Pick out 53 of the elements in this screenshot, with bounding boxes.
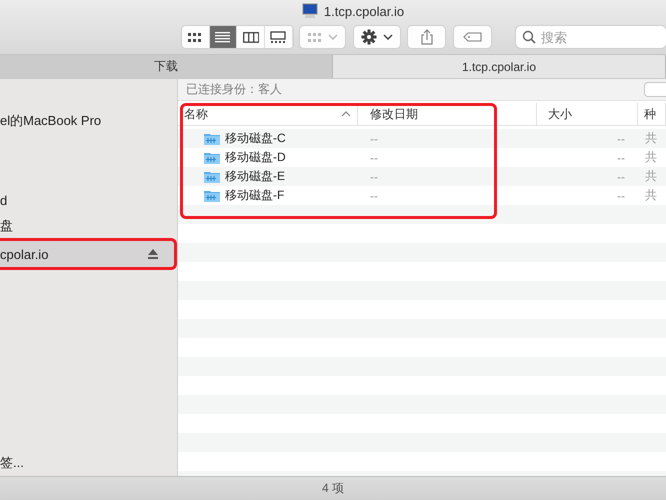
tag-icon <box>462 32 483 42</box>
file-name[interactable]: 移动磁盘-F <box>225 187 284 204</box>
search-field[interactable]: 搜索 <box>516 26 666 48</box>
table-cell: -- <box>617 170 625 184</box>
table-cell: 共 <box>645 131 657 145</box>
column-header[interactable]: 修改日期 <box>358 103 537 125</box>
sidebar-item[interactable]: d <box>0 189 177 211</box>
file-name[interactable]: 移动磁盘-E <box>225 168 285 185</box>
connection-status: 已连接身份：客人 <box>186 81 282 98</box>
sidebar-item[interactable]: cpolar.io <box>0 238 177 270</box>
share-icon <box>420 29 434 45</box>
column-view-icon <box>242 30 259 44</box>
gallery-view-icon <box>270 30 286 44</box>
item-count: 4 项 <box>322 480 344 497</box>
sidebar-item[interactable]: 签... <box>0 452 177 474</box>
action-button[interactable] <box>354 26 400 48</box>
table-cell: -- <box>370 170 378 184</box>
column-header[interactable]: 名称 <box>178 103 358 125</box>
sidebar-item[interactable]: 盘 <box>0 215 177 237</box>
network-folder-icon <box>204 132 220 145</box>
tag-button[interactable] <box>454 26 491 48</box>
tab[interactable]: 1.tcp.cpolar.io <box>333 55 666 78</box>
sidebar-item[interactable]: el的MacBook Pro <box>0 110 177 132</box>
file-name[interactable]: 移动磁盘-D <box>225 149 286 166</box>
file-name[interactable]: 移动磁盘-C <box>225 130 286 147</box>
table-cell: 共 <box>645 169 657 183</box>
window-title: 1.tcp.cpolar.io <box>324 4 404 18</box>
list-view-icon <box>215 30 232 44</box>
tab[interactable]: 下载 <box>0 55 333 78</box>
table-cell: 共 <box>645 188 657 202</box>
table-cell: -- <box>370 150 378 164</box>
share-button[interactable] <box>408 26 446 48</box>
caret-icon <box>383 34 394 40</box>
table-cell: -- <box>617 132 625 146</box>
eject-icon[interactable] <box>148 249 158 259</box>
column-header[interactable]: 大小 <box>537 103 638 125</box>
network-folder-icon <box>204 189 220 202</box>
network-folder-icon <box>204 170 220 183</box>
table-cell: 共 <box>645 150 657 164</box>
list-view-button[interactable] <box>210 26 238 48</box>
network-folder-icon <box>204 151 220 164</box>
search-icon <box>522 30 536 44</box>
table-cell: -- <box>370 188 378 202</box>
icon-view-icon <box>187 30 204 44</box>
sort-chevron-icon <box>341 110 351 118</box>
table-cell: -- <box>617 150 625 164</box>
gear-icon <box>361 29 378 45</box>
table-cell: -- <box>370 132 378 146</box>
column-header[interactable]: 种 <box>638 103 666 125</box>
grid-icon <box>307 30 322 44</box>
icon-view-button[interactable] <box>182 26 210 48</box>
caret-icon <box>328 34 338 40</box>
table-cell: -- <box>617 188 625 202</box>
